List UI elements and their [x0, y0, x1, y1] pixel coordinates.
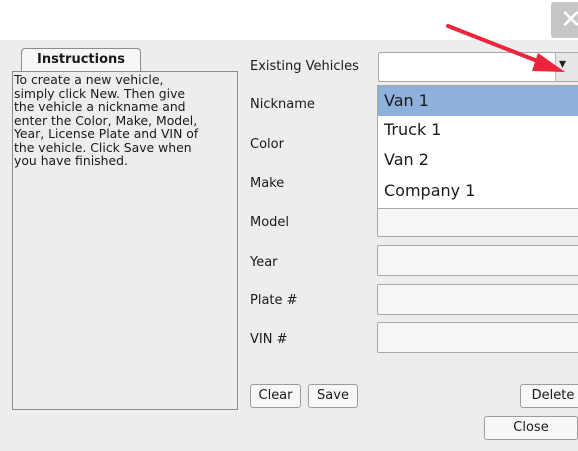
year-field[interactable] — [377, 245, 578, 276]
tab-instructions[interactable]: Instructions — [21, 48, 141, 72]
instructions-text: To create a new vehicle, simply click Ne… — [14, 72, 199, 168]
vin-field[interactable] — [377, 322, 578, 353]
dropdown-option-company-1[interactable]: Company 1 — [378, 176, 578, 206]
save-button[interactable]: Save — [308, 384, 358, 408]
vehicle-dialog: ✕ Instructions To create a new vehicle, … — [0, 0, 578, 451]
delete-button[interactable]: Delete — [520, 384, 578, 408]
existing-vehicles-select[interactable] — [378, 52, 578, 82]
plate-label: Plate # — [250, 293, 298, 308]
chevron-down-icon: ▾ — [559, 56, 567, 72]
plate-field[interactable] — [377, 284, 578, 315]
clear-button[interactable]: Clear — [250, 384, 301, 408]
existing-vehicles-label: Existing Vehicles — [250, 59, 359, 74]
close-button[interactable]: Close — [484, 416, 578, 440]
model-field[interactable] — [377, 206, 578, 237]
window-close-button[interactable]: ✕ — [551, 2, 578, 38]
model-label: Model — [250, 215, 290, 230]
vin-label: VIN # — [250, 332, 288, 347]
year-label: Year — [250, 255, 278, 270]
dropdown-option-truck-1[interactable]: Truck 1 — [378, 115, 578, 145]
close-icon: ✕ — [560, 5, 578, 35]
title-bar — [0, 0, 578, 40]
make-label: Make — [250, 176, 285, 191]
dropdown-option-van-2[interactable]: Van 2 — [378, 145, 578, 175]
color-label: Color — [250, 137, 284, 152]
nickname-label: Nickname — [250, 97, 315, 112]
dropdown-option-van-1[interactable]: Van 1 — [378, 86, 578, 116]
